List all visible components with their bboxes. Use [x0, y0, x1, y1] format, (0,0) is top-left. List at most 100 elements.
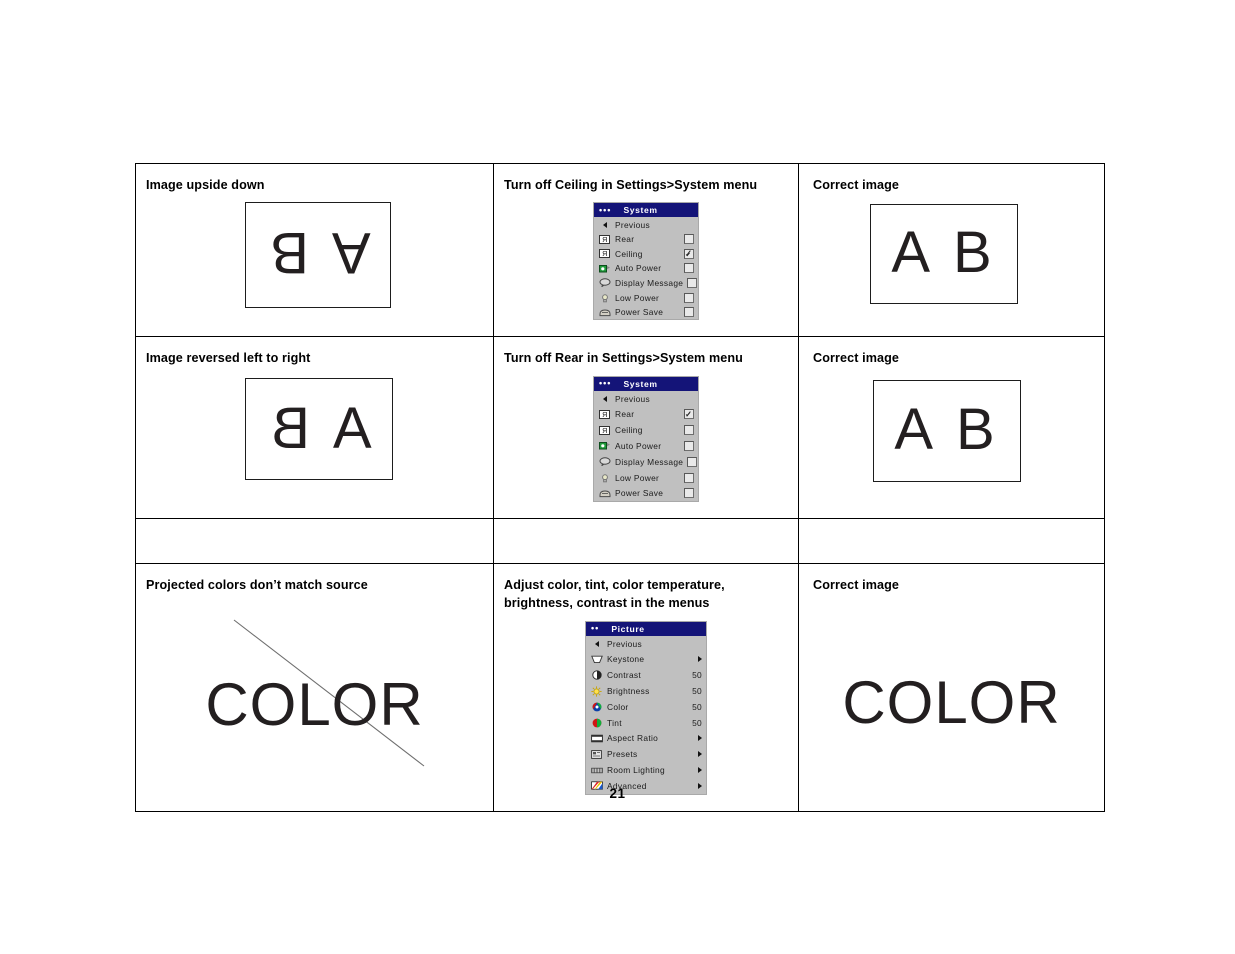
osd-item-label: Power Save	[615, 488, 664, 499]
osd-checkbox-rear[interactable]	[684, 409, 694, 420]
projected-color-word: COLOR	[842, 669, 1061, 737]
problem-cell	[135, 518, 494, 565]
projected-color-word: COLOR	[205, 671, 424, 739]
osd-item-tint[interactable]: Tint 50	[586, 715, 706, 731]
solution-cell: Adjust color, tint, color temperature, b…	[493, 563, 799, 812]
osd-checkbox-power-save[interactable]	[684, 488, 694, 499]
ceiling-projection-icon: R	[598, 248, 611, 259]
submenu-arrow-icon	[698, 735, 702, 742]
osd-item-low-power[interactable]: Low Power	[594, 470, 698, 486]
back-arrow-icon	[598, 219, 611, 230]
osd-item-power-save[interactable]: Power Save	[594, 485, 698, 501]
projected-letters: A B	[894, 396, 1000, 462]
presets-icon	[590, 749, 603, 760]
submenu-arrow-icon	[698, 767, 702, 773]
osd-menu-picture[interactable]: •• Picture Previous Keystone Contrast 50…	[585, 620, 707, 795]
problem-label: Image upside down	[146, 178, 265, 192]
osd-item-label: Contrast	[607, 670, 642, 681]
result-cell: Correct image COLOR	[798, 563, 1105, 812]
osd-item-display-message[interactable]: Display Message	[594, 276, 698, 291]
menu-dots-icon: ••	[591, 623, 600, 634]
osd-item-room-lighting[interactable]: Room Lighting	[586, 762, 706, 778]
projected-image-correct: A B	[873, 379, 1021, 482]
solution-cell: Turn off Ceiling in Settings>System menu…	[493, 162, 799, 338]
osd-item-contrast[interactable]: Contrast 50	[586, 667, 706, 683]
osd-item-low-power[interactable]: Low Power	[594, 290, 698, 305]
osd-title-text: Picture	[611, 623, 645, 634]
osd-item-power-save[interactable]: Power Save	[594, 305, 698, 320]
osd-menu-system-ceiling[interactable]: ••• System Previous R Rear R Ceiling Aut…	[593, 202, 699, 321]
osd-checkbox-rear[interactable]	[684, 234, 694, 245]
solution-label: Turn off Rear in Settings>System menu	[504, 351, 743, 366]
osd-item-label: Color	[607, 701, 629, 712]
power-save-icon	[598, 488, 611, 499]
keystone-icon	[590, 654, 603, 665]
osd-item-brightness[interactable]: Brightness 50	[586, 683, 706, 699]
osd-item-ceiling[interactable]: R Ceiling	[594, 422, 698, 438]
osd-item-label: Low Power	[615, 472, 660, 483]
projected-image-correct: A B	[870, 204, 1018, 305]
osd-checkbox-ceiling[interactable]	[684, 425, 694, 436]
osd-item-previous[interactable]: Previous	[586, 636, 706, 652]
osd-title-bar: ••• System	[594, 203, 698, 218]
osd-checkbox-display-message[interactable]	[687, 277, 698, 288]
osd-item-rear[interactable]: R Rear	[594, 232, 698, 247]
osd-menu-system-rear[interactable]: ••• System Previous R Rear R Ceiling Aut…	[593, 375, 699, 503]
result-label: Correct image	[813, 178, 899, 192]
osd-item-label: Brightness	[607, 686, 650, 697]
osd-item-rear[interactable]: R Rear	[594, 406, 698, 422]
osd-checkbox-display-message[interactable]	[687, 456, 698, 467]
problem-label: Projected colors don’t match source	[146, 578, 368, 593]
osd-item-presets[interactable]: Presets	[586, 746, 706, 762]
osd-item-auto-power[interactable]: Auto Power	[594, 261, 698, 276]
color-icon	[590, 701, 603, 712]
osd-checkbox-ceiling[interactable]	[684, 248, 694, 259]
osd-item-color[interactable]: Color 50	[586, 699, 706, 715]
osd-item-value: 50	[692, 701, 702, 712]
table-row: Image upside down A B Turn off Ceiling i…	[135, 162, 1105, 338]
osd-title-text: System	[623, 378, 658, 389]
osd-checkbox-low-power[interactable]	[684, 292, 694, 303]
manual-page: Image upside down A B Turn off Ceiling i…	[0, 0, 1235, 954]
osd-item-value: 50	[692, 670, 702, 681]
ceiling-projection-icon: R	[598, 425, 611, 436]
auto-power-icon	[598, 263, 611, 274]
osd-title-text: System	[623, 205, 658, 216]
osd-item-aspect-ratio[interactable]: Aspect Ratio	[586, 731, 706, 747]
solution-cell	[493, 518, 799, 565]
result-cell	[798, 518, 1105, 565]
problem-cell: Image upside down A B	[135, 162, 494, 338]
osd-item-label: Presets	[607, 749, 638, 760]
osd-title-bar: ••• System	[594, 376, 698, 391]
osd-item-label: Rear	[615, 409, 635, 420]
osd-item-label: Ceiling	[615, 248, 643, 259]
osd-item-auto-power[interactable]: Auto Power	[594, 438, 698, 454]
rear-projection-icon: R	[598, 409, 611, 420]
room-lighting-icon	[590, 765, 603, 776]
osd-item-label: Room Lighting	[607, 765, 665, 775]
power-save-icon	[598, 307, 611, 318]
osd-item-display-message[interactable]: Display Message	[594, 454, 698, 470]
osd-checkbox-low-power[interactable]	[684, 472, 694, 483]
osd-item-label: Auto Power	[615, 440, 662, 451]
result-cell: Correct image A B	[798, 162, 1105, 338]
osd-item-label: Tint	[607, 717, 622, 728]
osd-item-keystone[interactable]: Keystone	[586, 652, 706, 668]
projected-image-color-correct: COLOR	[809, 598, 1094, 788]
osd-checkbox-auto-power[interactable]	[684, 263, 694, 274]
problem-label: Image reversed left to right	[146, 351, 311, 366]
osd-checkbox-power-save[interactable]	[684, 307, 694, 318]
osd-item-previous[interactable]: Previous	[594, 217, 698, 232]
contrast-icon	[590, 670, 603, 681]
rear-projection-icon: R	[598, 234, 611, 245]
display-message-icon	[598, 277, 611, 288]
result-label: Correct image	[813, 351, 899, 366]
display-message-icon	[598, 456, 611, 467]
osd-item-ceiling[interactable]: R Ceiling	[594, 246, 698, 261]
osd-checkbox-auto-power[interactable]	[684, 440, 694, 451]
osd-item-label: Rear	[615, 234, 635, 245]
osd-item-value: 50	[692, 717, 702, 728]
projected-letters: A B	[266, 395, 372, 461]
tint-icon	[590, 717, 603, 728]
osd-item-previous[interactable]: Previous	[594, 391, 698, 407]
